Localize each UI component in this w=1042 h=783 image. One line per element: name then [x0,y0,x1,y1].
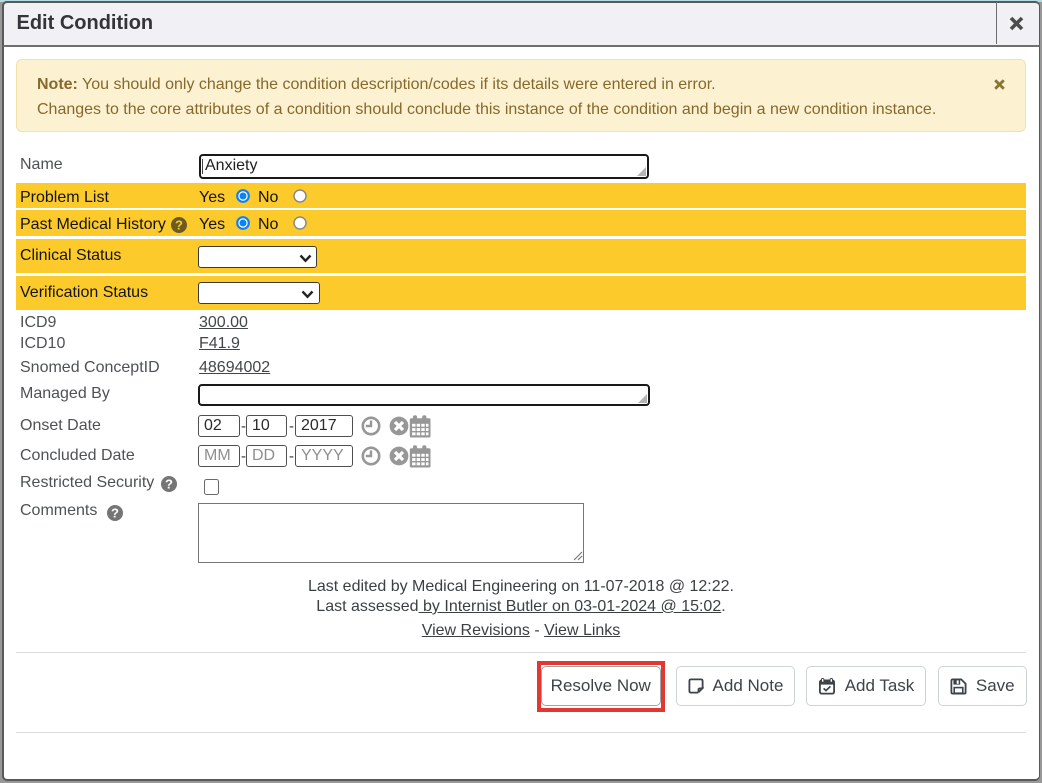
svg-text:?: ? [111,505,119,520]
svg-text:?: ? [165,477,173,492]
svg-text:?: ? [175,217,183,232]
